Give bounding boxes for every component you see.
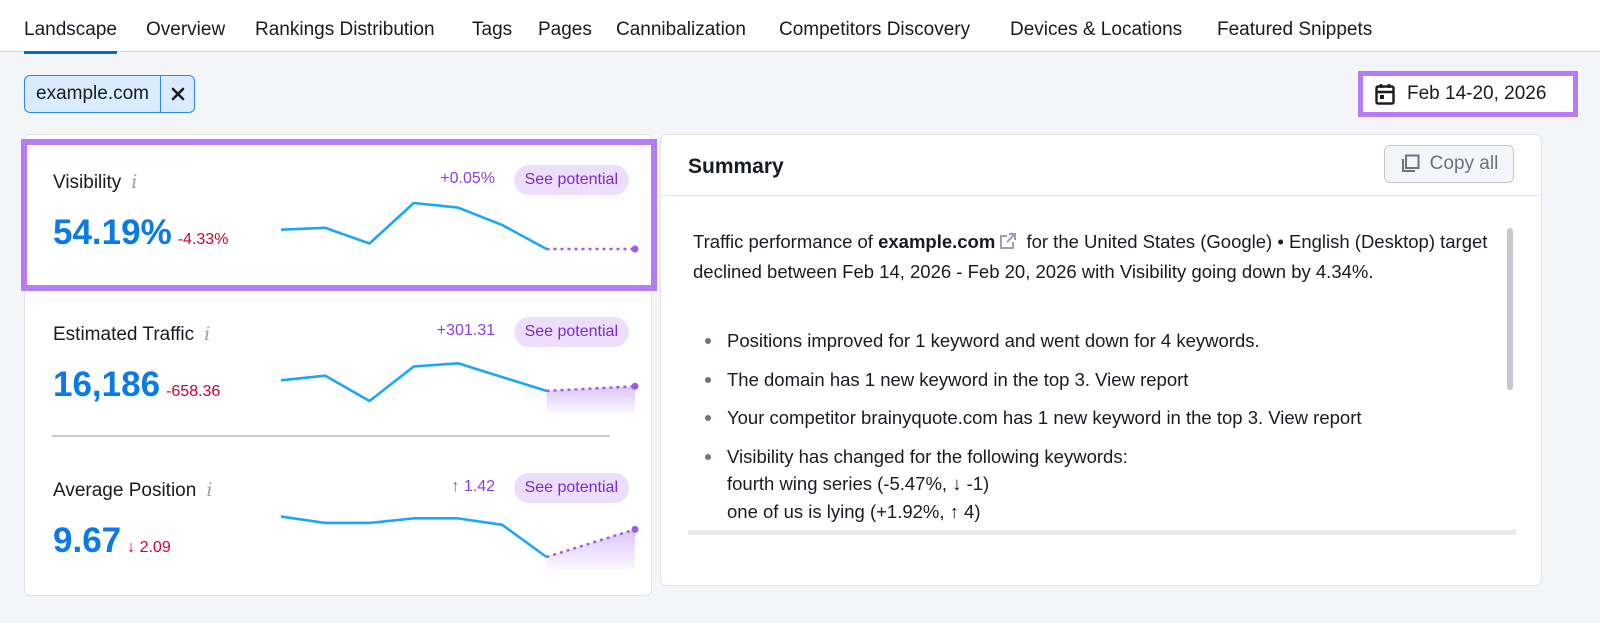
info-icon[interactable]: i bbox=[206, 479, 212, 501]
metrics-divider bbox=[52, 435, 610, 437]
metric-change: -4.33% bbox=[177, 231, 229, 248]
tab-devices-locations[interactable]: Devices & Locations bbox=[1010, 19, 1182, 41]
summary-card: Summary Copy all Traffic performance of … bbox=[660, 134, 1542, 586]
date-range-button[interactable]: Feb 14-20, 2026 bbox=[1363, 76, 1573, 112]
trend-line bbox=[281, 361, 547, 403]
date-range-highlight: Feb 14-20, 2026 bbox=[1358, 71, 1578, 117]
remove-filter-button[interactable] bbox=[160, 76, 194, 112]
traffic-metric[interactable]: Estimated Traffic i 16,186 -658.36 +301.31… bbox=[25, 291, 653, 439]
visibility-sparkline bbox=[281, 201, 639, 253]
summary-bullet: Positions improved for 1 keyword and wen… bbox=[693, 327, 1508, 355]
tab-tags[interactable]: Tags bbox=[472, 19, 512, 41]
potential-delta: +301.31 bbox=[436, 322, 495, 339]
report-tabs: Landscape Overview Rankings Distribution… bbox=[0, 0, 1600, 54]
metrics-card: Visibility i 54.19% -4.33% +0.05% See pote… bbox=[21, 134, 657, 596]
calendar-icon bbox=[1375, 84, 1395, 105]
metric-value: 16,186 -658.36 bbox=[53, 365, 221, 404]
summary-scrollbar[interactable] bbox=[1507, 228, 1513, 390]
tab-pages[interactable]: Pages bbox=[538, 19, 592, 41]
close-icon bbox=[171, 87, 184, 101]
forecast-point bbox=[631, 525, 639, 533]
tab-landscape[interactable]: Landscape bbox=[24, 19, 117, 54]
tab-cannibalization[interactable]: Cannibalization bbox=[616, 19, 746, 41]
forecast-point bbox=[631, 245, 639, 253]
date-range-label: Feb 14-20, 2026 bbox=[1407, 83, 1547, 104]
forecast-point bbox=[631, 382, 639, 390]
average-position-metric[interactable]: Average Position i 9.67 ↓ 2.09 ↑ 1.42 See … bbox=[25, 447, 653, 595]
tab-featured-snippets[interactable]: Featured Snippets bbox=[1217, 19, 1372, 41]
summary-intro: Traffic performance of example.com for t… bbox=[693, 230, 1488, 282]
summary-title: Summary bbox=[688, 155, 784, 178]
trend-line bbox=[281, 515, 548, 559]
forecast-area bbox=[546, 529, 635, 569]
metric-value: 54.19% -4.33% bbox=[53, 213, 229, 252]
copy-all-button[interactable]: Copy all bbox=[1384, 145, 1514, 183]
domain-filter-chip: example.com bbox=[24, 75, 195, 113]
copy-icon bbox=[1401, 154, 1420, 172]
summary-bullet: Your competitor brainyquote.com has 1 ne… bbox=[693, 404, 1508, 432]
info-icon[interactable]: i bbox=[204, 323, 210, 345]
tab-rankings-distribution[interactable]: Rankings Distribution bbox=[255, 19, 435, 41]
summary-bullet: Visibility has changed for the following… bbox=[693, 443, 1508, 526]
summary-bullets: Positions improved for 1 keyword and wen… bbox=[693, 327, 1508, 536]
forecast-area bbox=[546, 386, 635, 413]
info-icon[interactable]: i bbox=[131, 171, 137, 193]
metric-label: Estimated Traffic i bbox=[53, 323, 211, 345]
tab-overview[interactable]: Overview bbox=[146, 19, 225, 41]
keyword-link[interactable]: one of us is lying bbox=[727, 501, 865, 522]
summary-separator bbox=[661, 195, 1541, 196]
copy-all-label: Copy all bbox=[1429, 153, 1499, 174]
summary-bottom-edge bbox=[688, 530, 1516, 535]
view-report-link[interactable]: View report bbox=[1095, 369, 1188, 390]
metric-value: 9.67 ↓ 2.09 bbox=[53, 521, 171, 560]
tab-competitors-discovery[interactable]: Competitors Discovery bbox=[779, 19, 970, 41]
metric-change: -658.36 bbox=[166, 383, 221, 400]
summary-domain: example.com bbox=[878, 231, 996, 252]
view-report-link[interactable]: View report bbox=[1268, 407, 1361, 428]
metric-label: Visibility i bbox=[53, 171, 138, 193]
keyword-link[interactable]: fourth wing series bbox=[727, 473, 872, 494]
summary-bullet: The domain has 1 new keyword in the top … bbox=[693, 366, 1508, 394]
metric-change: ↓ 2.09 bbox=[127, 539, 171, 556]
external-link-icon[interactable] bbox=[999, 230, 1017, 258]
potential-delta: +0.05% bbox=[440, 170, 495, 187]
visibility-metric[interactable]: Visibility i 54.19% -4.33% +0.05% See pote… bbox=[21, 139, 657, 291]
potential-delta: ↑ 1.42 bbox=[451, 478, 495, 495]
trend-line bbox=[281, 201, 548, 251]
position-sparkline bbox=[281, 515, 639, 569]
traffic-sparkline bbox=[281, 361, 639, 413]
domain-filter-label: example.com bbox=[36, 83, 149, 104]
metric-label: Average Position i bbox=[53, 479, 213, 501]
